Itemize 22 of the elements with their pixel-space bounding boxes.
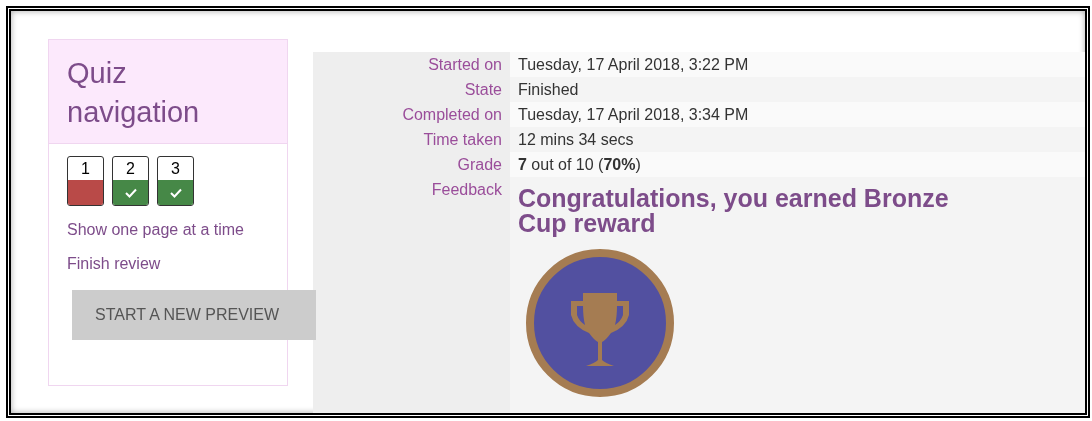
panel-title: Quiz navigation xyxy=(67,56,201,130)
row-value: Tuesday, 17 April 2018, 3:34 PM xyxy=(510,102,1085,127)
row-label: Grade xyxy=(313,152,510,177)
nav-link[interactable]: Finish review xyxy=(67,254,287,274)
check-icon xyxy=(169,187,182,198)
question-button[interactable]: 2 xyxy=(112,156,149,206)
row-value: 7 out of 10 (70%) xyxy=(510,152,1085,177)
row-value: Finished xyxy=(510,77,1085,102)
question-button[interactable]: 3 xyxy=(157,156,194,206)
question-button[interactable]: 1 xyxy=(67,156,104,206)
row-value: Tuesday, 17 April 2018, 3:22 PM xyxy=(510,52,1085,77)
row-label: Time taken xyxy=(313,127,510,152)
row-label: State xyxy=(313,77,510,102)
nav-link[interactable]: Show one page at a time xyxy=(67,220,287,240)
start-preview-button[interactable]: START A NEW PREVIEW xyxy=(72,290,316,340)
check-icon xyxy=(124,187,137,198)
trophy-medal-icon xyxy=(525,248,675,398)
row-label: Feedback xyxy=(313,177,510,413)
feedback-heading: Congratulations, you earned Bronze Cup reward xyxy=(518,186,950,236)
row-value: 12 mins 34 secs xyxy=(510,127,1085,152)
row-label: Completed on xyxy=(313,102,510,127)
row-label: Started on xyxy=(313,52,510,77)
